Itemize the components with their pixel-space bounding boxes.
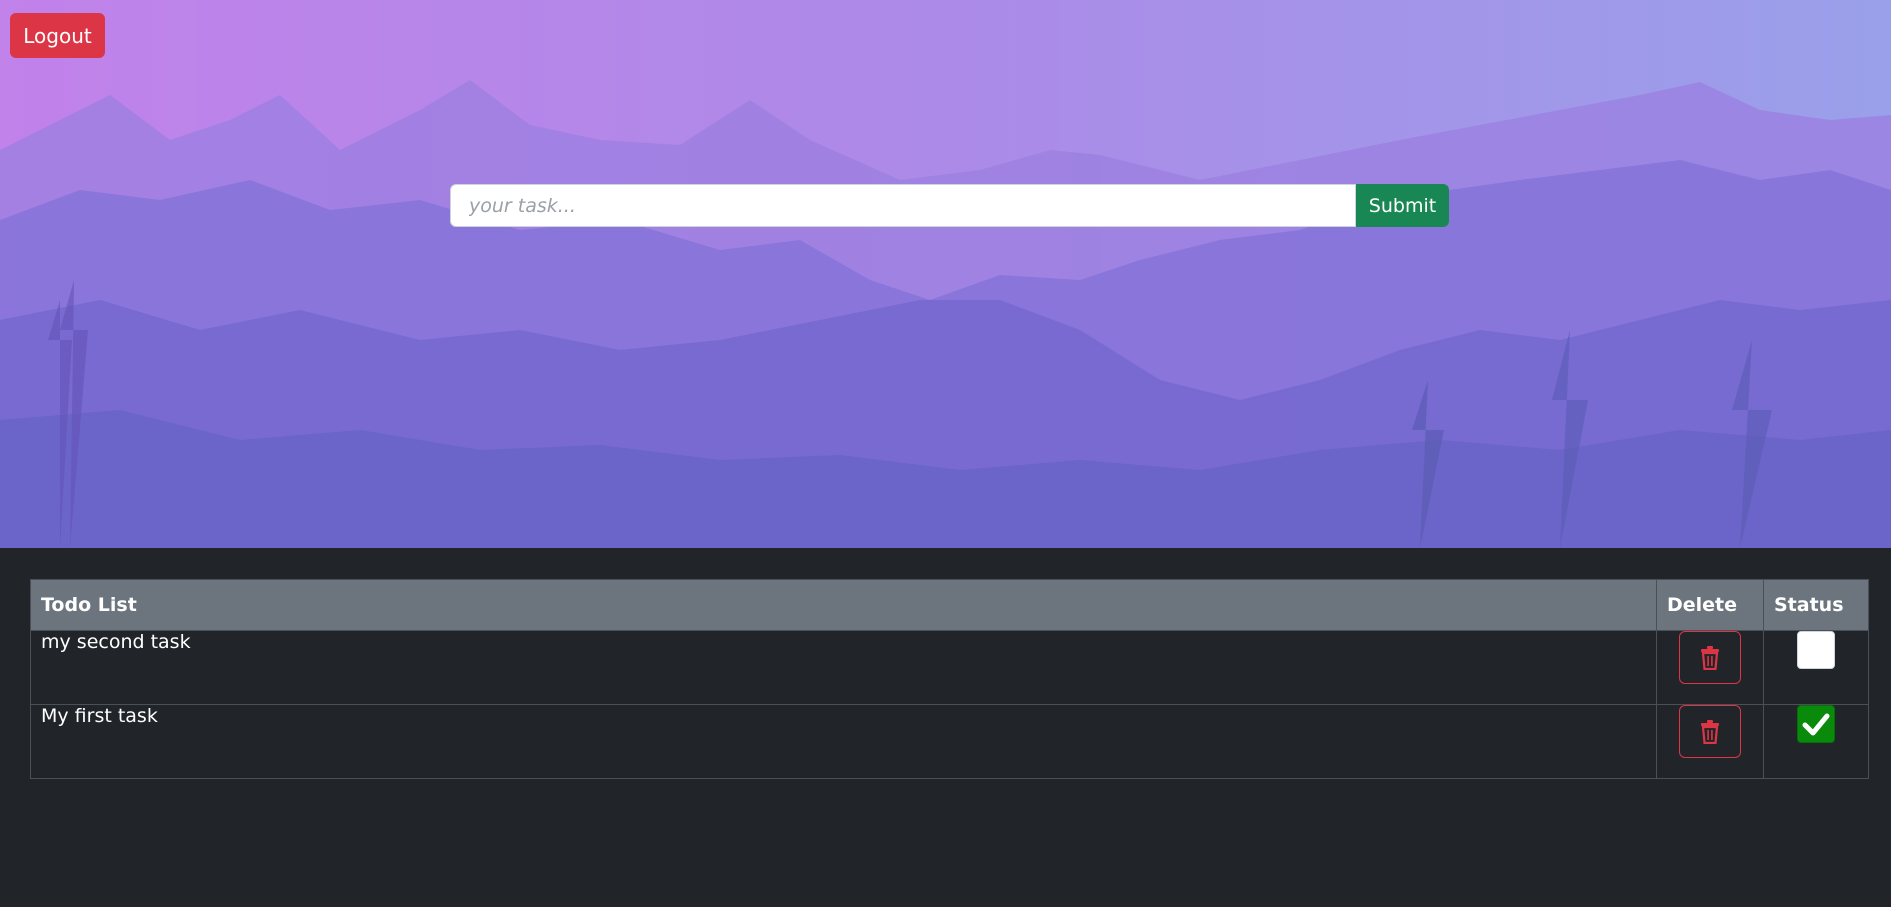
task-text: my second task [30, 630, 1657, 705]
status-cell [1763, 704, 1869, 779]
status-checkbox[interactable] [1797, 631, 1835, 669]
table-row: My first task [30, 704, 1869, 779]
trash-icon [1701, 719, 1719, 744]
todo-table: Todo List Delete Status my second task M… [30, 579, 1869, 779]
mountain-landscape-illustration [0, 0, 1891, 548]
status-cell [1763, 630, 1869, 705]
delete-cell [1656, 630, 1764, 705]
hero-banner: Logout Submit [0, 0, 1891, 548]
delete-button[interactable] [1679, 705, 1741, 758]
task-text: My first task [30, 704, 1657, 779]
status-checkbox[interactable] [1797, 705, 1835, 743]
task-input[interactable] [450, 184, 1356, 227]
task-form: Submit [450, 184, 1449, 227]
delete-button[interactable] [1679, 631, 1741, 684]
checkmark-icon [1802, 713, 1830, 736]
delete-cell [1656, 704, 1764, 779]
table-header-row: Todo List Delete Status [30, 579, 1869, 631]
column-header-status: Status [1763, 579, 1869, 631]
table-row: my second task [30, 630, 1869, 705]
column-header-todo-list: Todo List [30, 579, 1657, 631]
submit-button[interactable]: Submit [1356, 184, 1449, 227]
column-header-delete: Delete [1656, 579, 1764, 631]
logout-button[interactable]: Logout [10, 13, 105, 58]
trash-icon [1701, 645, 1719, 670]
